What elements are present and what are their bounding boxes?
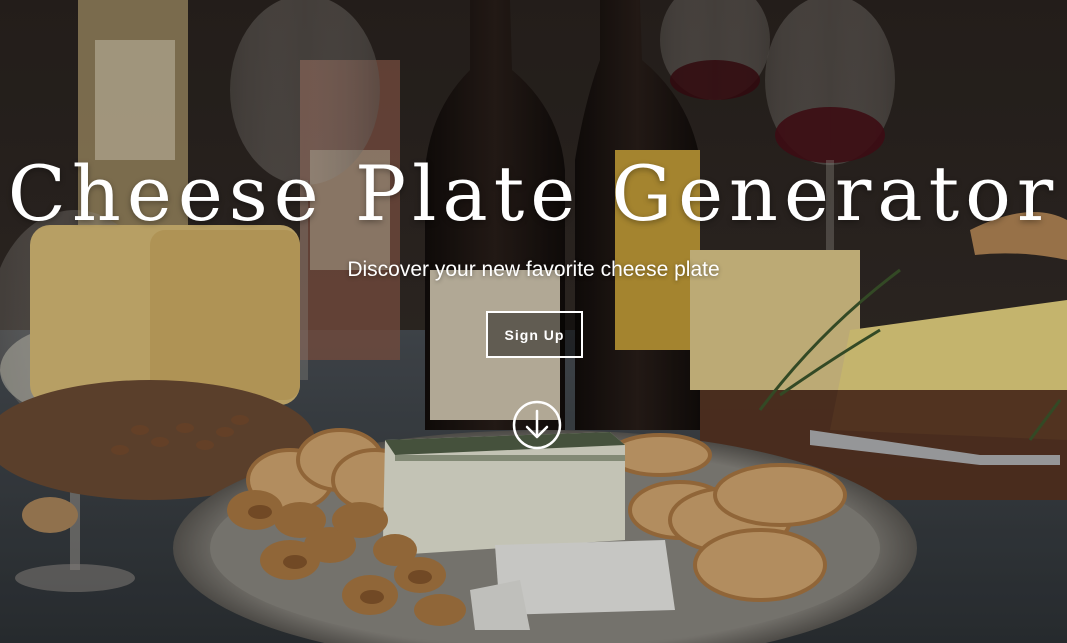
scroll-down-button[interactable] — [512, 400, 562, 450]
sign-up-button[interactable]: Sign Up — [486, 311, 583, 358]
page-title: Cheese Plate Generator — [7, 149, 1060, 238]
arrow-down-circle-icon — [512, 400, 562, 450]
hero-section: Cheese Plate Generator Discover your new… — [0, 0, 1067, 643]
hero-subtitle: Discover your new favorite cheese plate — [347, 258, 720, 281]
